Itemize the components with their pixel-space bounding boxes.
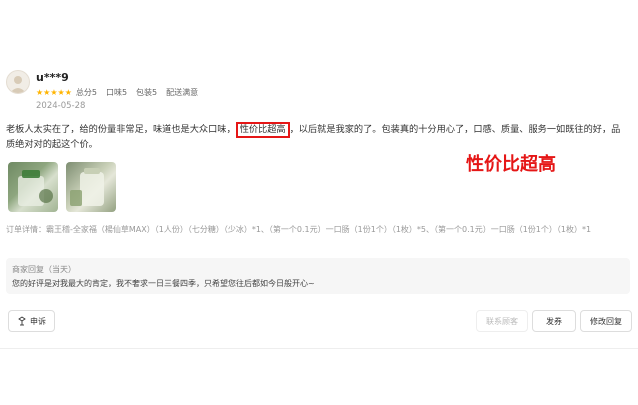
send-coupon-button[interactable]: 发券: [532, 310, 576, 332]
star-icon: ★: [50, 87, 58, 97]
avatar: [6, 70, 30, 94]
contact-customer-button[interactable]: 联系顾客: [476, 310, 528, 332]
annotation-label: 性价比超高: [466, 154, 556, 175]
review-text: 老板人太实在了，给的份量非常足，味道也是大众口味， 性价比超高 ，以后就是我家的了。…: [6, 122, 624, 152]
action-row: 申诉 联系顾客 发券 修改回复: [0, 310, 638, 332]
rating-row: ★ ★ ★ ★ ★ 总分5 口味5 包装5 配送满意: [36, 87, 207, 98]
star-icon: ★: [64, 87, 72, 97]
rating-taste: 口味5: [105, 88, 128, 97]
order-detail: 订单详情：霸王稽-全家福（楊仙草MAX）（1人份）（七分糖）（少冰）*1、（第一…: [6, 225, 592, 234]
appeal-icon: [18, 316, 26, 326]
review-card: u***9 ★ ★ ★ ★ ★ 总分5 口味5 包装5 配送满意 2024-05…: [0, 58, 638, 349]
merchant-reply-title: 商家回复（当天）: [12, 265, 76, 274]
merchant-reply-text: 您的好评是对我最大的肯定，我不奢求一日三餐四季，只希望您往后都如今日般开心~: [12, 279, 315, 288]
review-date: 2024-05-28: [36, 101, 86, 111]
rating-total: 总分5: [75, 88, 97, 97]
appeal-button-label: 申诉: [30, 316, 46, 326]
star-rating: ★ ★ ★ ★ ★: [36, 87, 72, 97]
username: u***9: [36, 71, 69, 84]
highlighted-phrase: 性价比超高: [235, 122, 290, 138]
star-icon: ★: [57, 87, 65, 97]
review-photos: [8, 162, 116, 212]
merchant-reply: 商家回复（当天） 您的好评是对我最大的肯定，我不奢求一日三餐四季，只希望您往后都…: [6, 258, 630, 294]
rating-packaging: 包装5: [136, 88, 158, 97]
star-icon: ★: [36, 87, 44, 97]
edit-reply-button[interactable]: 修改回复: [580, 310, 632, 332]
star-icon: ★: [43, 87, 51, 97]
review-photo[interactable]: [66, 162, 116, 212]
appeal-button[interactable]: 申诉: [8, 310, 55, 332]
review-photo[interactable]: [8, 162, 58, 212]
rating-delivery: 配送满意: [166, 88, 199, 97]
review-text-before: 老板人太实在了，给的份量非常足，味道也是大众口味，: [6, 124, 236, 135]
